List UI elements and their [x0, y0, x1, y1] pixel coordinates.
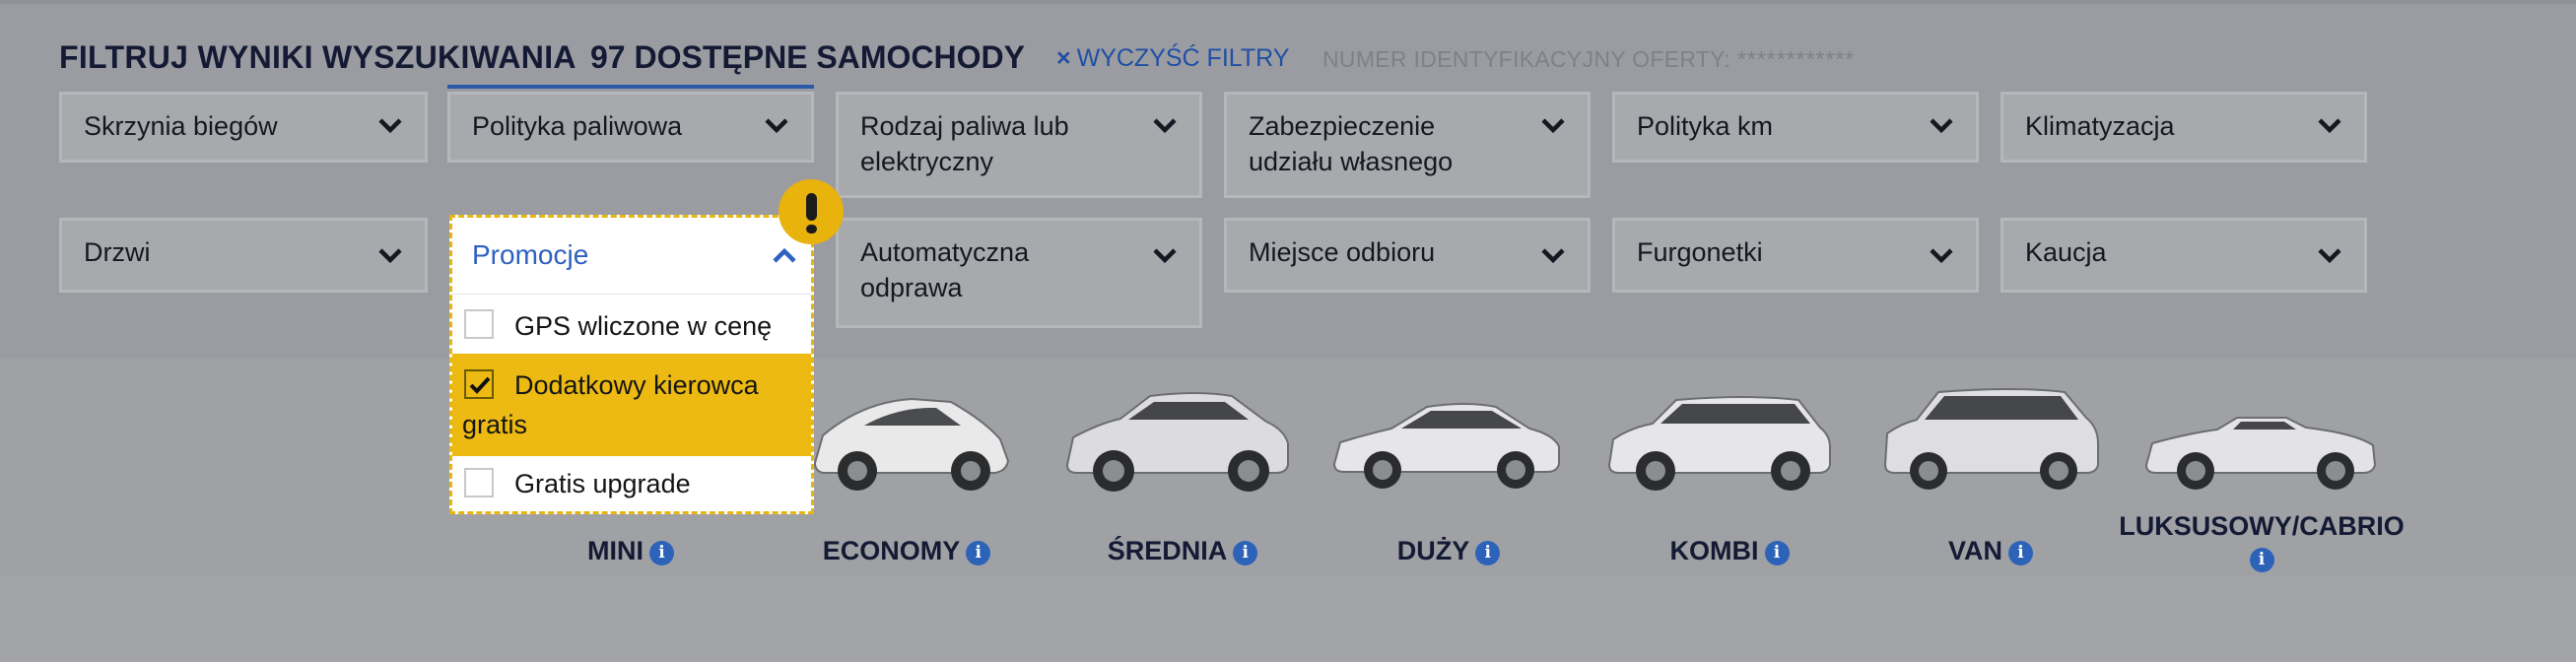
filter-label: Drzwi: [84, 237, 151, 267]
category-mini[interactable]: MINI i: [552, 536, 710, 566]
alert-bar: [806, 193, 817, 221]
estate-car-image: [1607, 396, 1831, 491]
chevron-down-icon: [2318, 118, 2341, 134]
chevron-down-icon: [1153, 118, 1177, 134]
checkmark-icon: [469, 376, 491, 394]
filter-label: Zabezpieczenie udziału własnego: [1249, 111, 1454, 176]
economy-car-image: [813, 397, 1010, 491]
category-label: MINI: [587, 536, 644, 565]
clear-filters-label: WYCZYŚĆ FILTRY: [1076, 44, 1290, 72]
alert-dot: [806, 225, 817, 233]
offer-id-value: ************: [1736, 46, 1856, 72]
option-label: Dodatkowy kierowca gratis: [462, 370, 759, 439]
filter-label: Miejsce odbioru: [1249, 237, 1436, 267]
option-label: Gratis upgrade: [514, 469, 691, 498]
van-car-image: [1883, 388, 2099, 490]
filter-label: Furgonetki: [1637, 237, 1763, 267]
filter-fuel-policy[interactable]: Polityka paliwowa: [447, 92, 814, 163]
chevron-down-icon: [765, 118, 788, 134]
filter-fuel-type[interactable]: Rodzaj paliwa lub elektryczny: [836, 92, 1202, 198]
chevron-down-icon: [378, 118, 402, 134]
category-large[interactable]: DUŻY i: [1360, 536, 1537, 566]
active-filter-indicator: [447, 85, 814, 89]
midsize-car-image: [1065, 392, 1289, 492]
category-luxury-cabrio[interactable]: LUKSUSOWY/CABRIO i: [2119, 510, 2405, 573]
filter-label: Polityka km: [1637, 111, 1774, 141]
chevron-up-icon: [773, 247, 796, 263]
filter-label: Kaucja: [2025, 237, 2107, 267]
alert-icon: [779, 179, 844, 244]
chevron-down-icon: [1541, 118, 1565, 134]
filter-label: Klimatyzacja: [2025, 111, 2175, 141]
category-label: ŚREDNIA: [1107, 536, 1228, 565]
info-icon[interactable]: i: [966, 541, 991, 565]
filter-air-conditioning[interactable]: Klimatyzacja: [2000, 92, 2367, 163]
filter-automatic-checkin[interactable]: Automatyczna odprawa: [836, 218, 1202, 328]
category-label: ECONOMY: [822, 536, 961, 565]
filter-label: Polityka paliwowa: [472, 111, 683, 141]
category-economy[interactable]: ECONOMY i: [808, 536, 1005, 566]
category-van[interactable]: VAN i: [1912, 536, 2069, 566]
luxury-car-image: [2144, 417, 2377, 490]
filter-vans[interactable]: Furgonetki: [1612, 218, 1979, 293]
category-label: DUŻY: [1396, 536, 1470, 565]
filter-doors[interactable]: Drzwi: [59, 218, 428, 293]
category-label: VAN: [1947, 536, 2002, 565]
info-icon[interactable]: i: [1475, 541, 1501, 565]
filter-transmission[interactable]: Skrzynia biegów: [59, 92, 428, 163]
checkbox[interactable]: [464, 468, 494, 497]
offer-id-label: NUMER IDENTYFIKACYJNY OFERTY:: [1322, 46, 1731, 72]
category-midsize[interactable]: ŚREDNIA i: [1084, 536, 1281, 566]
filter-label: Automatyczna odprawa: [860, 237, 1030, 302]
available-cars-count: 97 DOSTĘPNE SAMOCHODY: [590, 39, 1025, 75]
promo-option-upgrade[interactable]: Gratis upgrade: [452, 456, 811, 511]
promotions-dropdown-title: Promocje: [472, 239, 589, 270]
filter-mileage-policy[interactable]: Polityka km: [1612, 92, 1979, 163]
checkbox-checked[interactable]: [464, 369, 494, 399]
chevron-down-icon: [1541, 248, 1565, 264]
clear-filters-button[interactable]: × WYCZYŚĆ FILTRY: [1056, 44, 1289, 73]
category-estate[interactable]: KOMBI i: [1636, 536, 1823, 566]
promo-option-extra-driver[interactable]: Dodatkowy kierowca gratis: [452, 354, 811, 456]
promotions-dropdown-header[interactable]: Promocje: [452, 218, 811, 295]
offer-id: NUMER IDENTYFIKACYJNY OFERTY: **********…: [1322, 46, 1855, 73]
chevron-down-icon: [378, 248, 402, 264]
large-car-image: [1332, 403, 1560, 489]
promo-option-gps[interactable]: GPS wliczone w cenę: [452, 297, 811, 354]
info-icon[interactable]: i: [649, 541, 674, 565]
filter-pickup-location[interactable]: Miejsce odbioru: [1224, 218, 1591, 293]
filter-heading: FILTRUJ WYNIKI WYSZUKIWANIA: [59, 39, 576, 75]
checkbox[interactable]: [464, 309, 494, 339]
promotions-dropdown[interactable]: Promocje GPS wliczone w cenę Dodatkowy k…: [449, 215, 814, 514]
info-icon[interactable]: i: [2008, 541, 2033, 565]
chevron-down-icon: [1930, 118, 1953, 134]
info-icon[interactable]: i: [1233, 541, 1258, 565]
chevron-down-icon: [2318, 248, 2341, 264]
option-label: GPS wliczone w cenę: [514, 311, 773, 341]
close-icon: ×: [1056, 44, 1071, 72]
chevron-down-icon: [1930, 248, 1953, 264]
filter-deposit[interactable]: Kaucja: [2000, 218, 2367, 293]
category-label: KOMBI: [1669, 536, 1759, 565]
filter-label: Rodzaj paliwa lub elektryczny: [860, 111, 1069, 176]
filter-label: Skrzynia biegów: [84, 111, 278, 141]
info-icon[interactable]: i: [1764, 541, 1790, 565]
chevron-down-icon: [1153, 248, 1177, 264]
filter-deductible-protection[interactable]: Zabezpieczenie udziału własnego: [1224, 92, 1591, 198]
category-label: LUKSUSOWY/CABRIO: [2119, 511, 2405, 541]
info-icon[interactable]: i: [2249, 548, 2274, 572]
